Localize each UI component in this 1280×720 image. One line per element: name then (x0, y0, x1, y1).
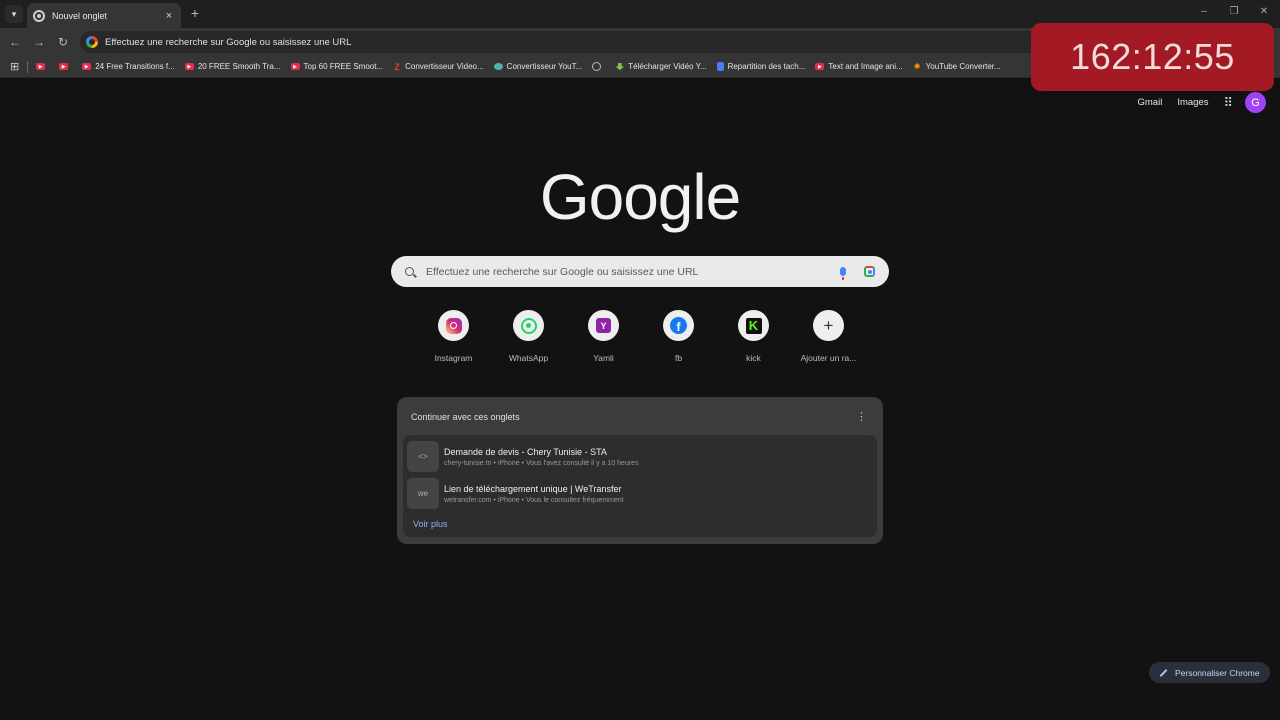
shortcut-add[interactable]: + Ajouter un ra... (791, 310, 866, 363)
instagram-icon (445, 317, 462, 334)
search-input[interactable]: Effectuez une recherche sur Google ou sa… (426, 266, 840, 278)
shortcut-fb[interactable]: f fb (641, 310, 716, 363)
back-icon[interactable]: ← (8, 35, 22, 49)
shortcut-whatsapp[interactable]: WhatsApp (491, 310, 566, 363)
youtube-icon: ▶ (82, 63, 92, 70)
chevron-down-icon: ▾ (11, 8, 17, 19)
shortcut-label: WhatsApp (508, 353, 549, 363)
bookmark-item[interactable]: Télécharger Vidéo Y... (615, 62, 707, 71)
shortcut-label: Ajouter un ra... (800, 353, 857, 363)
bookmark-item[interactable]: ▶ (36, 63, 49, 70)
bookmark-item[interactable] (592, 62, 605, 71)
gmail-link[interactable]: Gmail (1138, 97, 1163, 108)
shortcut-yamli[interactable]: Y Yamli (566, 310, 641, 363)
tab-item-subtitle: wetransfer.com • iPhone • Vous le consul… (444, 496, 624, 504)
card-title: Continuer avec ces onglets (411, 412, 520, 422)
tab-item-title: Demande de devis - Chery Tunisie - STA (444, 446, 607, 457)
new-tab-button[interactable]: + (188, 5, 202, 21)
google-lens-icon[interactable] (864, 266, 875, 277)
facebook-icon: f (670, 317, 687, 334)
more-vert-icon[interactable]: ⋮ (856, 410, 867, 423)
google-logo: Google (539, 161, 741, 233)
google-g-icon (86, 36, 98, 48)
chrome-favicon-icon (33, 9, 45, 22)
bookmark-item[interactable]: ▶ Text and Image ani... (815, 62, 903, 71)
shortcut-label: kick (746, 353, 761, 363)
bookmark-item[interactable]: ✺ YouTube Converter... (913, 62, 1001, 71)
list-item[interactable]: <> Demande de devis - Chery Tunisie - ST… (407, 440, 873, 473)
bookmark-item[interactable]: Convertisseur YouT... (493, 62, 582, 71)
shortcut-kick[interactable]: K kick (716, 310, 791, 363)
search-box[interactable]: Effectuez une recherche sur Google ou sa… (391, 256, 889, 287)
customize-label: Personnaliser Chrome (1175, 667, 1260, 678)
google-apps-icon[interactable]: ⠿ (1223, 95, 1233, 111)
shortcut-label: fb (674, 353, 683, 363)
images-link[interactable]: Images (1177, 97, 1208, 108)
doc-icon (716, 62, 724, 71)
youtube-icon: ▶ (59, 63, 69, 70)
download-icon (615, 63, 625, 70)
tab-thumbnail: we (407, 478, 439, 509)
shortcut-instagram[interactable]: Instagram (416, 310, 491, 363)
shortcut-tile: K (738, 310, 769, 341)
shortcut-tile (513, 310, 544, 341)
youtube-icon: ▶ (184, 63, 194, 70)
tabs-list: <> Demande de devis - Chery Tunisie - ST… (403, 435, 877, 537)
yamli-icon: Y (596, 318, 611, 333)
shortcut-label: Instagram (434, 353, 473, 363)
orange-icon: ✺ (913, 62, 921, 71)
minimize-icon[interactable]: – (1197, 6, 1211, 17)
tab-text: Lien de téléchargement unique | WeTransf… (444, 484, 624, 504)
apps-grid-icon[interactable]: ⊞ (10, 60, 19, 73)
search-icon (405, 267, 414, 276)
timer-value: 162:12:55 (1070, 36, 1235, 77)
tab-item-title: Lien de téléchargement unique | WeTransf… (444, 483, 622, 494)
avatar[interactable]: G (1245, 92, 1266, 113)
bookmark-item[interactable]: ▶ 24 Free Transitions f... (82, 62, 175, 71)
tab-text: Demande de devis - Chery Tunisie - STA c… (444, 447, 639, 467)
bookmark-item[interactable]: ▶ 20 FREE Smooth Tra... (184, 62, 281, 71)
youtube-icon: ▶ (290, 63, 300, 70)
address-bar-text: Effectuez une recherche sur Google ou sa… (105, 36, 352, 48)
pencil-icon (1159, 668, 1168, 677)
bookmark-item[interactable]: Repartition des tach... (716, 62, 805, 71)
see-more-link[interactable]: Voir plus (413, 519, 448, 529)
tab-new-tab[interactable]: Nouvel onglet × (27, 3, 181, 28)
shortcut-tile: + (813, 310, 844, 341)
youtube-icon: ▶ (815, 63, 825, 70)
list-item[interactable]: we Lien de téléchargement unique | WeTra… (407, 477, 873, 510)
reload-icon[interactable]: ↻ (56, 35, 70, 49)
close-window-icon[interactable]: ✕ (1257, 6, 1271, 17)
z-icon: Z (394, 61, 400, 72)
shortcut-tile: f (663, 310, 694, 341)
restore-icon[interactable]: ❐ (1227, 6, 1241, 17)
globe-icon (592, 62, 602, 71)
tab-close-icon[interactable]: × (163, 10, 175, 22)
shortcut-tile: Y (588, 310, 619, 341)
forward-icon[interactable]: → (32, 35, 46, 49)
tab-title: Nouvel onglet (52, 10, 108, 21)
customize-chrome-button[interactable]: Personnaliser Chrome (1149, 662, 1270, 683)
shortcut-label: Yamli (593, 353, 614, 363)
header-links: Gmail Images ⠿ G (1138, 92, 1266, 113)
timer-overlay: 162:12:55 (1031, 23, 1274, 91)
tab-thumbnail: <> (407, 441, 439, 472)
continue-tabs-card: Continuer avec ces onglets ⋮ <> Demande … (397, 397, 883, 544)
tab-item-subtitle: chery-tunisie.tn • iPhone • Vous l'avez … (444, 459, 639, 467)
shortcut-tile (438, 310, 469, 341)
bookmark-item[interactable]: ▶ (59, 63, 72, 70)
youtube-icon: ▶ (36, 63, 46, 70)
converter-icon (493, 63, 503, 70)
shortcuts: Instagram WhatsApp Y Yamli f fb K kick +… (416, 310, 866, 363)
kick-icon: K (745, 317, 762, 334)
bookmark-item[interactable]: ▶ Top 60 FREE Smoot... (290, 62, 383, 71)
whatsapp-icon (520, 317, 537, 334)
plus-icon: + (823, 315, 834, 335)
bookmark-item[interactable]: Z Convertisseur Video... (393, 61, 483, 72)
tab-search-button[interactable]: ▾ (5, 5, 23, 23)
bookmarks-divider (27, 60, 29, 73)
microphone-icon[interactable] (840, 267, 846, 280)
